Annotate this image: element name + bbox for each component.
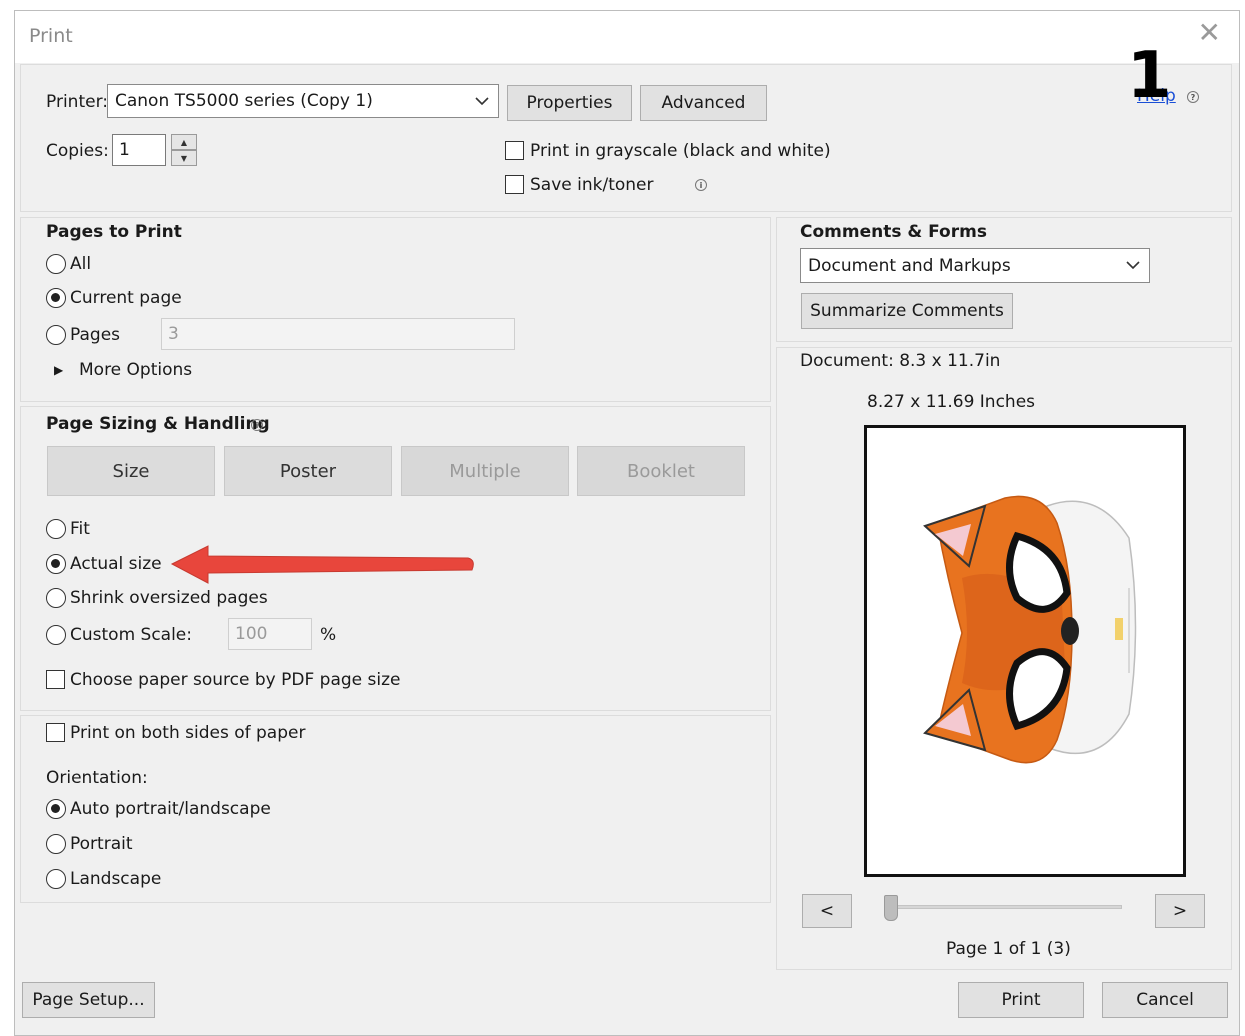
pages-all-radio[interactable] xyxy=(46,254,66,274)
tab-booklet[interactable]: Booklet xyxy=(577,446,745,496)
pages-range-radio[interactable] xyxy=(46,325,66,345)
printer-select[interactable]: Canon TS5000 series (Copy 1) xyxy=(107,84,499,118)
page-sizing-info-icon[interactable]: i xyxy=(251,419,263,431)
more-options-toggle[interactable]: More Options xyxy=(79,360,192,380)
actual-size-label: Actual size xyxy=(70,554,162,574)
copies-label: Copies: xyxy=(46,141,109,161)
fox-mask-image xyxy=(923,495,1137,764)
stepper-down-icon[interactable]: ▼ xyxy=(171,150,197,166)
comments-forms-select[interactable]: Document and Markups xyxy=(800,248,1150,283)
copies-stepper[interactable]: ▲ ▼ xyxy=(171,134,197,166)
orientation-portrait-label: Portrait xyxy=(70,834,133,854)
pages-all-label: All xyxy=(70,254,92,274)
fit-radio[interactable] xyxy=(46,519,66,539)
grayscale-checkbox[interactable] xyxy=(505,141,524,160)
tab-size[interactable]: Size xyxy=(47,446,215,496)
help-info-icon: ? xyxy=(1187,91,1199,103)
tab-poster[interactable]: Poster xyxy=(224,446,392,496)
shrink-radio[interactable] xyxy=(46,588,66,608)
step-number-annotation: 1 xyxy=(1127,39,1172,113)
orientation-auto-radio[interactable] xyxy=(46,799,66,819)
chevron-down-icon xyxy=(1117,249,1149,282)
duplex-label: Print on both sides of paper xyxy=(70,723,306,743)
title-bar: Print ✕ xyxy=(15,11,1239,63)
custom-scale-label: Custom Scale: xyxy=(70,625,192,645)
comments-select-value: Document and Markups xyxy=(808,255,1011,276)
orientation-heading: Orientation: xyxy=(46,768,148,788)
save-ink-label: Save ink/toner xyxy=(530,175,654,195)
page-status: Page 1 of 1 (3) xyxy=(946,939,1071,959)
orientation-portrait-radio[interactable] xyxy=(46,834,66,854)
orientation-auto-label: Auto portrait/landscape xyxy=(70,799,271,819)
orientation-landscape-label: Landscape xyxy=(70,869,162,889)
properties-button[interactable]: Properties xyxy=(507,85,632,121)
print-preview xyxy=(864,425,1186,877)
page-slider-track[interactable] xyxy=(888,905,1122,909)
custom-scale-input[interactable]: 100 xyxy=(228,618,312,650)
grayscale-label: Print in grayscale (black and white) xyxy=(530,141,831,161)
paper-source-checkbox[interactable] xyxy=(46,670,65,689)
save-ink-checkbox[interactable] xyxy=(505,175,524,194)
printer-select-value: Canon TS5000 series (Copy 1) xyxy=(115,91,373,111)
cancel-button[interactable]: Cancel xyxy=(1102,982,1228,1018)
orientation-landscape-radio[interactable] xyxy=(46,869,66,889)
document-size-label: Document: 8.3 x 11.7in xyxy=(800,351,1001,371)
fit-label: Fit xyxy=(70,519,90,539)
paper-size-label: 8.27 x 11.69 Inches xyxy=(867,392,1036,412)
actual-size-radio[interactable] xyxy=(46,554,66,574)
pages-range-label: Pages xyxy=(70,325,121,345)
save-ink-info-icon[interactable]: i xyxy=(695,179,707,191)
custom-scale-radio[interactable] xyxy=(46,625,66,645)
pages-current-label: Current page xyxy=(70,288,182,308)
prev-page-button[interactable]: < xyxy=(802,894,852,928)
percent-label: % xyxy=(320,625,337,645)
tab-multiple[interactable]: Multiple xyxy=(401,446,569,496)
summarize-comments-button[interactable]: Summarize Comments xyxy=(801,293,1013,329)
chevron-down-icon xyxy=(466,85,498,117)
page-slider-thumb[interactable] xyxy=(884,895,898,921)
printer-label: Printer: xyxy=(46,92,108,112)
more-options-triangle-icon[interactable]: ▶ xyxy=(54,363,63,377)
duplex-checkbox[interactable] xyxy=(46,723,65,742)
pages-to-print-heading: Pages to Print xyxy=(46,222,182,242)
paper-source-label: Choose paper source by PDF page size xyxy=(70,670,401,690)
pages-current-radio[interactable] xyxy=(46,288,66,308)
window-title: Print xyxy=(29,25,73,47)
next-page-button[interactable]: > xyxy=(1155,894,1205,928)
stepper-up-icon[interactable]: ▲ xyxy=(171,134,197,150)
comments-forms-heading: Comments & Forms xyxy=(800,222,987,242)
copies-input[interactable]: 1 xyxy=(112,134,166,166)
advanced-button[interactable]: Advanced xyxy=(640,85,767,121)
pages-range-input[interactable]: 3 xyxy=(161,318,515,350)
close-icon[interactable]: ✕ xyxy=(1198,19,1221,47)
page-sizing-heading: Page Sizing & Handling xyxy=(46,414,270,434)
shrink-label: Shrink oversized pages xyxy=(70,588,268,608)
page-setup-button[interactable]: Page Setup... xyxy=(22,982,155,1018)
red-arrow-annotation xyxy=(170,545,474,584)
print-button[interactable]: Print xyxy=(958,982,1084,1018)
